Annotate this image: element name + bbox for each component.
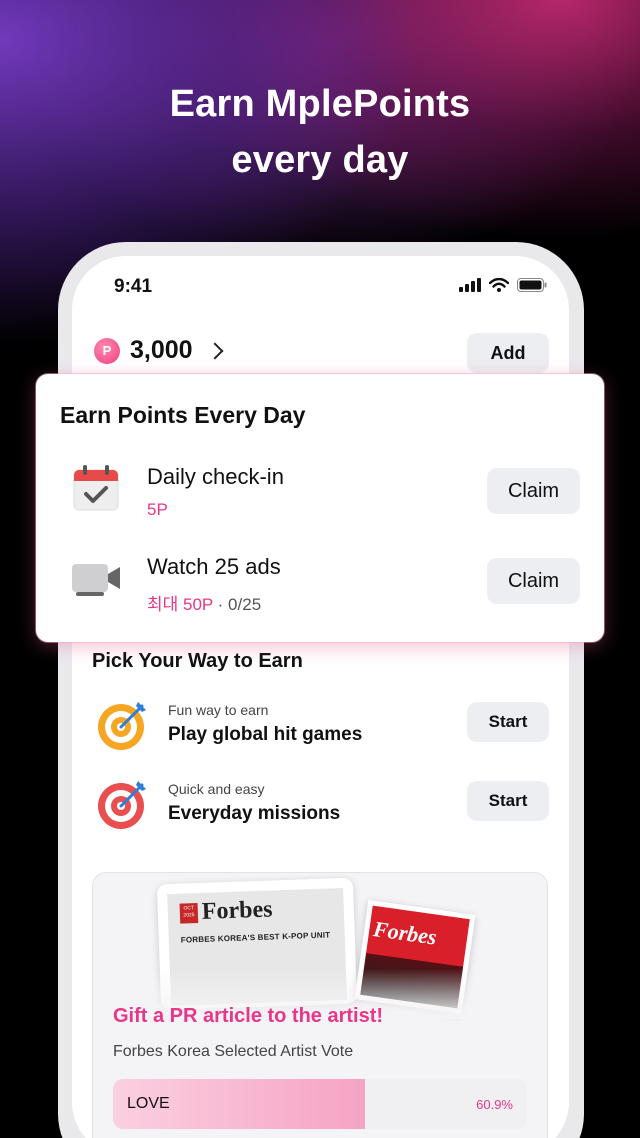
earn-points-card: Earn Points Every Day Daily check-in 5P … <box>36 374 604 642</box>
earn-card-title: Earn Points Every Day <box>60 402 306 428</box>
claim-ads-button[interactable]: Claim <box>487 558 580 604</box>
video-camera-icon <box>72 564 120 596</box>
wifi-icon <box>489 278 509 292</box>
pick-item-label: Play global hit games <box>168 724 363 745</box>
points-value: 3,000 <box>130 336 193 364</box>
chevron-right-icon <box>206 342 224 359</box>
battery-icon <box>517 278 547 292</box>
points-balance[interactable]: P 3,000 <box>94 336 224 365</box>
calendar-check-icon <box>73 465 119 511</box>
yellow-target-icon <box>98 702 146 750</box>
gift-subtitle: Forbes Korea Selected Artist Vote <box>113 1043 354 1060</box>
pick-item-caption: Quick and easy <box>168 781 265 797</box>
pick-section-title: Pick Your Way to Earn <box>92 650 303 672</box>
earn-item-ads[interactable]: Watch 25 ads 최대 50P · 0/25 Claim <box>36 552 604 632</box>
headline-line-1: Earn MplePoints <box>169 83 471 125</box>
earn-item-checkin[interactable]: Daily check-in 5P Claim <box>36 462 604 542</box>
promo-headline: Earn MplePoints every day <box>0 76 640 188</box>
vote-option-label: LOVE <box>127 1095 170 1112</box>
pick-item-caption: Fun way to earn <box>168 702 269 718</box>
points-coin-icon: P <box>94 337 120 364</box>
signal-icon <box>459 278 481 292</box>
status-icons <box>459 278 547 292</box>
magazine-brand: Forbes <box>201 896 273 925</box>
pick-item-missions[interactable]: Quick and easy Everyday missions Start <box>72 777 569 837</box>
claim-checkin-button[interactable]: Claim <box>487 468 580 514</box>
red-target-icon <box>98 781 146 829</box>
gift-article-card[interactable]: OCT 2025 Forbes FORBES KOREA'S BEST K-PO… <box>92 872 548 1138</box>
start-missions-button[interactable]: Start <box>467 781 549 821</box>
gift-title: Gift a PR article to the artist! <box>113 1005 384 1027</box>
headline-line-2: every day <box>231 139 409 181</box>
earn-item-name: Daily check-in <box>147 464 284 489</box>
magazine-brand: Forbes <box>371 916 439 950</box>
status-time: 9:41 <box>114 276 153 297</box>
magazine-date-badge: OCT 2025 <box>179 903 199 924</box>
pick-item-label: Everyday missions <box>168 803 341 824</box>
earn-item-name: Watch 25 ads <box>147 554 281 579</box>
earn-item-reward: 5P <box>147 500 168 519</box>
add-points-button[interactable]: Add <box>467 333 549 373</box>
start-games-button[interactable]: Start <box>467 702 549 742</box>
earn-item-reward: 최대 50P · 0/25 <box>147 595 262 614</box>
vote-percent: 60.9% <box>476 1097 513 1112</box>
vote-option-bar[interactable]: LOVE 60.9% <box>113 1079 527 1129</box>
magazine-headline: FORBES KOREA'S BEST K-POP UNIT <box>180 930 331 945</box>
pick-item-games[interactable]: Fun way to earn Play global hit games St… <box>72 698 569 758</box>
